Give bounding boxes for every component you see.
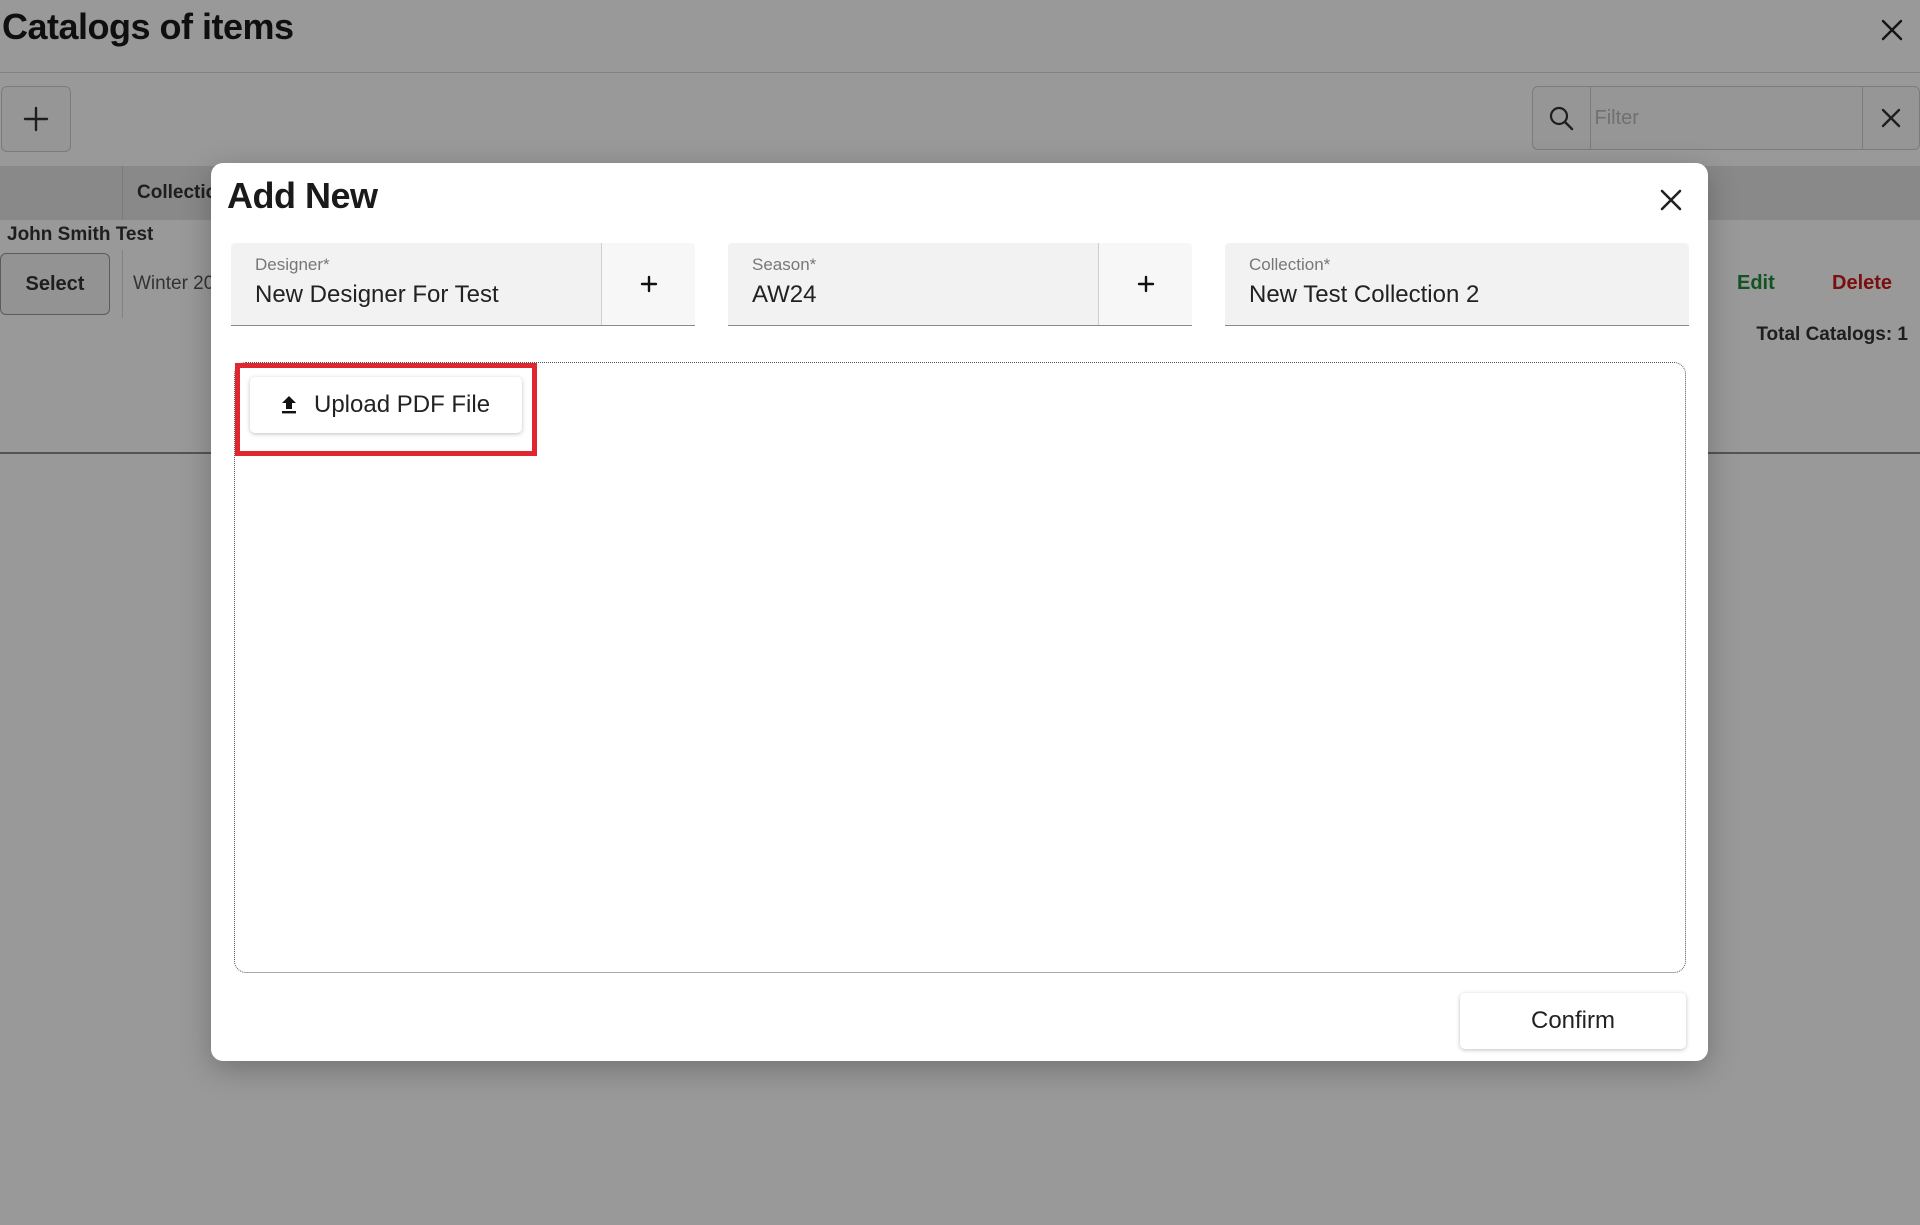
collection-value: New Test Collection 2 bbox=[1249, 281, 1480, 308]
season-field[interactable]: Season* AW24 bbox=[728, 243, 1192, 326]
season-label: Season* bbox=[752, 255, 817, 274]
confirm-button[interactable]: Confirm bbox=[1460, 993, 1686, 1049]
plus-icon bbox=[1137, 275, 1154, 293]
add-new-dialog: Add New Designer* New Designer For Test … bbox=[211, 163, 1708, 1061]
designer-value: New Designer For Test bbox=[255, 281, 499, 308]
collection-label: Collection* bbox=[1249, 255, 1331, 274]
collection-field[interactable]: Collection* New Test Collection 2 bbox=[1225, 243, 1689, 326]
dialog-title: Add New bbox=[227, 175, 378, 216]
upload-pdf-button[interactable]: Upload PDF File bbox=[250, 377, 522, 433]
designer-label: Designer* bbox=[255, 255, 330, 274]
pdf-dropzone[interactable] bbox=[234, 362, 1686, 973]
plus-icon bbox=[640, 275, 657, 293]
add-season-button[interactable] bbox=[1098, 243, 1192, 325]
upload-icon bbox=[282, 396, 296, 414]
designer-field[interactable]: Designer* New Designer For Test bbox=[231, 243, 695, 326]
dialog-close-button[interactable] bbox=[1654, 183, 1688, 217]
season-value: AW24 bbox=[752, 281, 817, 308]
add-designer-button[interactable] bbox=[601, 243, 695, 325]
upload-pdf-label: Upload PDF File bbox=[314, 391, 491, 418]
close-icon bbox=[1660, 189, 1682, 211]
